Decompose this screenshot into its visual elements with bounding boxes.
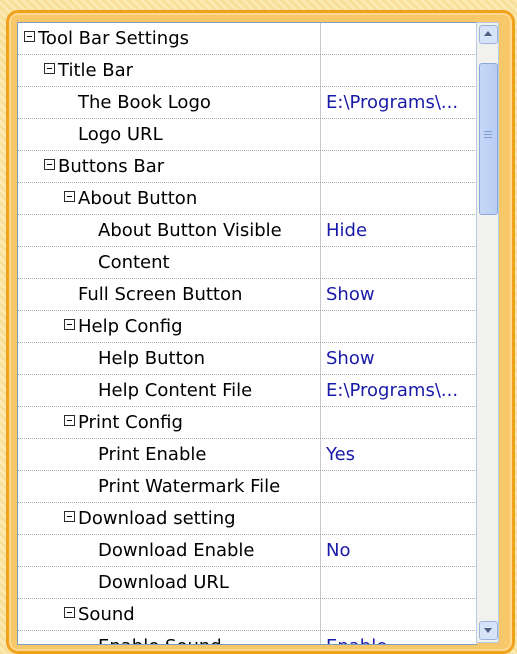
property-value[interactable]: Show	[326, 343, 375, 374]
collapse-toggle-icon[interactable]	[64, 191, 75, 202]
thumb-grip	[484, 134, 492, 135]
property-name: Sound	[78, 604, 135, 625]
property-value[interactable]: E:\Programs\...	[326, 375, 458, 406]
arrow-up-icon	[484, 31, 492, 36]
collapse-toggle-icon[interactable]	[64, 607, 75, 618]
thumb-grip	[484, 131, 492, 132]
property-row[interactable]: About Button Visible Hide	[18, 215, 477, 247]
property-row[interactable]: Help Button Show	[18, 343, 477, 375]
property-name: Buttons Bar	[58, 156, 165, 177]
property-value[interactable]: Enable	[326, 631, 387, 644]
property-category-row[interactable]: Help Config	[18, 311, 477, 343]
scroll-up-button[interactable]	[479, 25, 498, 44]
property-row[interactable]: Enable Sound Enable	[18, 631, 477, 644]
scroll-down-button[interactable]	[479, 621, 498, 640]
scroll-thumb[interactable]	[479, 63, 498, 215]
property-value[interactable]: Show	[326, 279, 375, 310]
property-name: Help Button	[98, 348, 206, 369]
property-name: Print Enable	[98, 444, 207, 465]
property-row[interactable]: Download Enable No	[18, 535, 477, 567]
property-name: Content	[98, 252, 170, 273]
property-category-row[interactable]: Tool Bar Settings	[18, 23, 477, 55]
property-name: Download Enable	[98, 540, 255, 561]
property-name: Full Screen Button	[78, 284, 243, 305]
property-row[interactable]: The Book Logo E:\Programs\...	[18, 87, 477, 119]
property-name: Help Content File	[98, 380, 253, 401]
collapse-toggle-icon[interactable]	[24, 31, 35, 42]
property-name: About Button Visible	[98, 220, 282, 241]
property-category-row[interactable]: About Button	[18, 183, 477, 215]
property-name: Title Bar	[58, 60, 134, 81]
collapse-toggle-icon[interactable]	[64, 319, 75, 330]
property-name: Download setting	[78, 508, 236, 529]
property-value[interactable]: Hide	[326, 215, 367, 246]
property-category-row[interactable]: Print Config	[18, 407, 477, 439]
property-category-row[interactable]: Title Bar	[18, 55, 477, 87]
property-row[interactable]: Download URL	[18, 567, 477, 599]
property-grid: Tool Bar Settings Title Bar The Book Logo E…	[17, 22, 477, 645]
property-row[interactable]: Full Screen Button Show	[18, 279, 477, 311]
collapse-toggle-icon[interactable]	[44, 63, 55, 74]
property-row[interactable]: Logo URL	[18, 119, 477, 151]
property-name: The Book Logo	[78, 92, 211, 113]
property-name: Print Config	[78, 412, 183, 433]
property-value[interactable]: No	[326, 535, 350, 566]
property-category-row[interactable]: Download setting	[18, 503, 477, 535]
property-name: About Button	[78, 188, 198, 209]
property-row[interactable]: Content	[18, 247, 477, 279]
property-name: Help Config	[78, 316, 183, 337]
property-row[interactable]: Print Watermark File	[18, 471, 477, 503]
property-name: Print Watermark File	[98, 476, 281, 497]
collapse-toggle-icon[interactable]	[64, 415, 75, 426]
property-value[interactable]: Yes	[326, 439, 355, 470]
property-row[interactable]: Help Content File E:\Programs\...	[18, 375, 477, 407]
property-name: Logo URL	[78, 124, 163, 145]
property-category-row[interactable]: Buttons Bar	[18, 151, 477, 183]
property-category-row[interactable]: Sound	[18, 599, 477, 631]
collapse-toggle-icon[interactable]	[64, 511, 75, 522]
collapse-toggle-icon[interactable]	[44, 159, 55, 170]
property-row[interactable]: Print Enable Yes	[18, 439, 477, 471]
vertical-scrollbar[interactable]	[476, 22, 499, 643]
thumb-grip	[484, 137, 492, 138]
arrow-down-icon	[484, 628, 492, 633]
property-value[interactable]: E:\Programs\...	[326, 87, 458, 118]
property-name: Tool Bar Settings	[38, 28, 190, 49]
property-name: Download URL	[98, 572, 229, 593]
property-name: Enable Sound	[98, 631, 222, 644]
